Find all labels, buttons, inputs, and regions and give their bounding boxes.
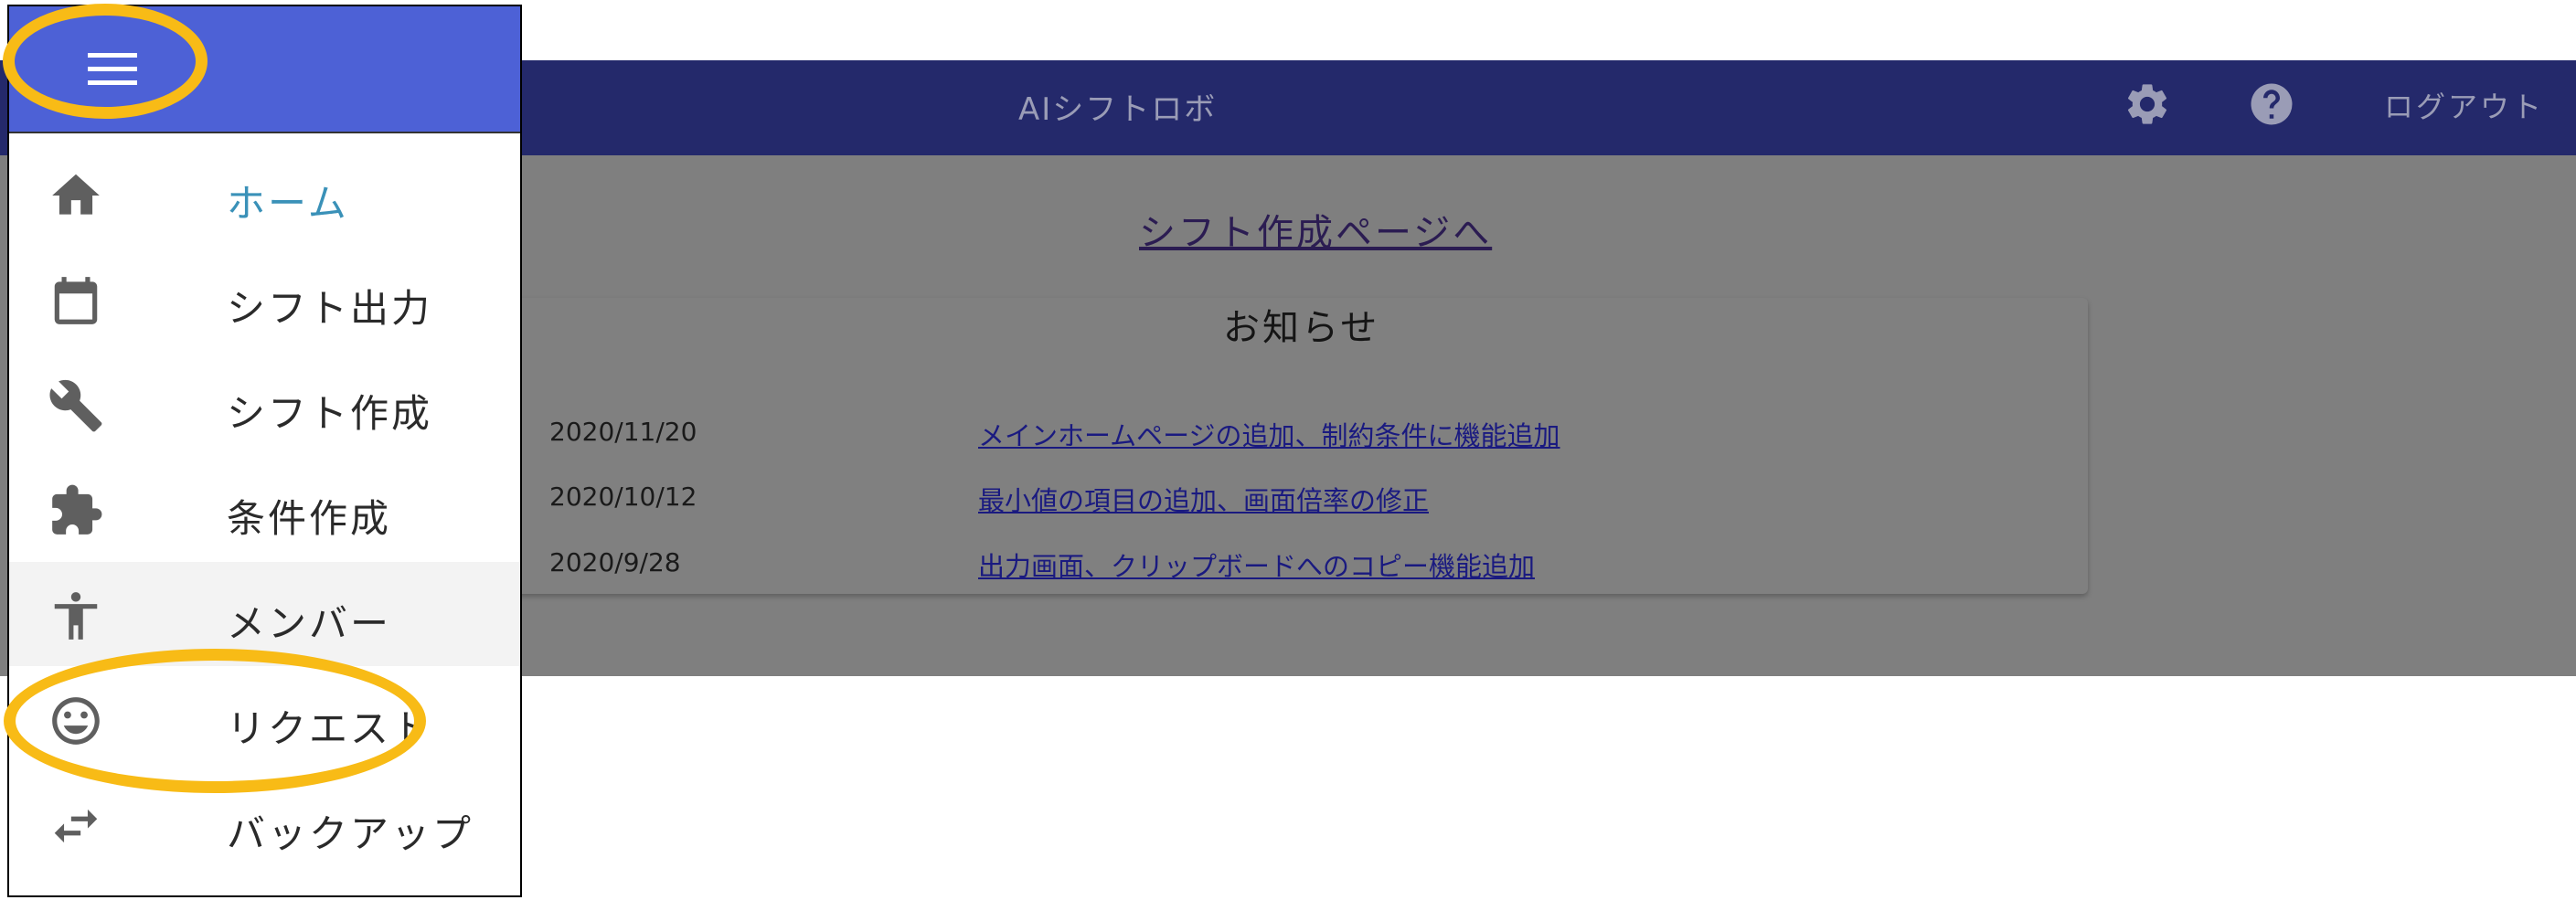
news-link[interactable]: 出力画面、クリップボードへのコピー機能追加: [978, 545, 1535, 584]
drawer-item-shift-output[interactable]: シフト出力: [9, 247, 520, 351]
puzzle-icon: [52, 484, 102, 535]
logout-button[interactable]: ログアウト: [2384, 84, 2544, 126]
news-date: 2020/9/28: [549, 547, 681, 577]
app-title: AIシフトロボ: [1018, 91, 1218, 128]
news-date: 2020/10/12: [549, 482, 697, 512]
news-link[interactable]: 最小値の項目の追加、画面倍率の修正: [978, 480, 1429, 518]
news-date: 2020/11/20: [549, 417, 697, 447]
home-icon: [52, 174, 100, 215]
news-link[interactable]: メインホームページの追加、制約条件に機能追加: [978, 415, 1560, 453]
person-icon: [54, 592, 98, 640]
news-title: お知らせ: [1223, 307, 1380, 349]
settings-gear-icon[interactable]: [2123, 79, 2172, 129]
request-highlight-ellipse: [4, 649, 426, 793]
drawer-item-label: シフト作成: [227, 391, 433, 436]
drawer-item-label: バックアップ: [227, 811, 474, 856]
drawer-item-label: シフト出力: [227, 286, 433, 331]
create-shift-link[interactable]: シフト作成ページへ: [1139, 203, 1492, 256]
drawer-item-label: ホーム: [227, 181, 349, 226]
wrench-icon: [49, 379, 102, 432]
drawer-item-label: メンバー: [227, 601, 392, 646]
drawer-item-home[interactable]: ホーム: [9, 142, 520, 246]
swap-arrows-icon: [54, 809, 98, 843]
menu-highlight-ellipse: [3, 4, 208, 119]
calendar-icon: [54, 277, 98, 324]
help-icon[interactable]: [2247, 79, 2296, 129]
drawer-item-condition-create[interactable]: 条件作成: [9, 457, 520, 561]
drawer-item-shift-create[interactable]: シフト作成: [9, 352, 520, 456]
drawer-item-label: 条件作成: [227, 496, 392, 541]
